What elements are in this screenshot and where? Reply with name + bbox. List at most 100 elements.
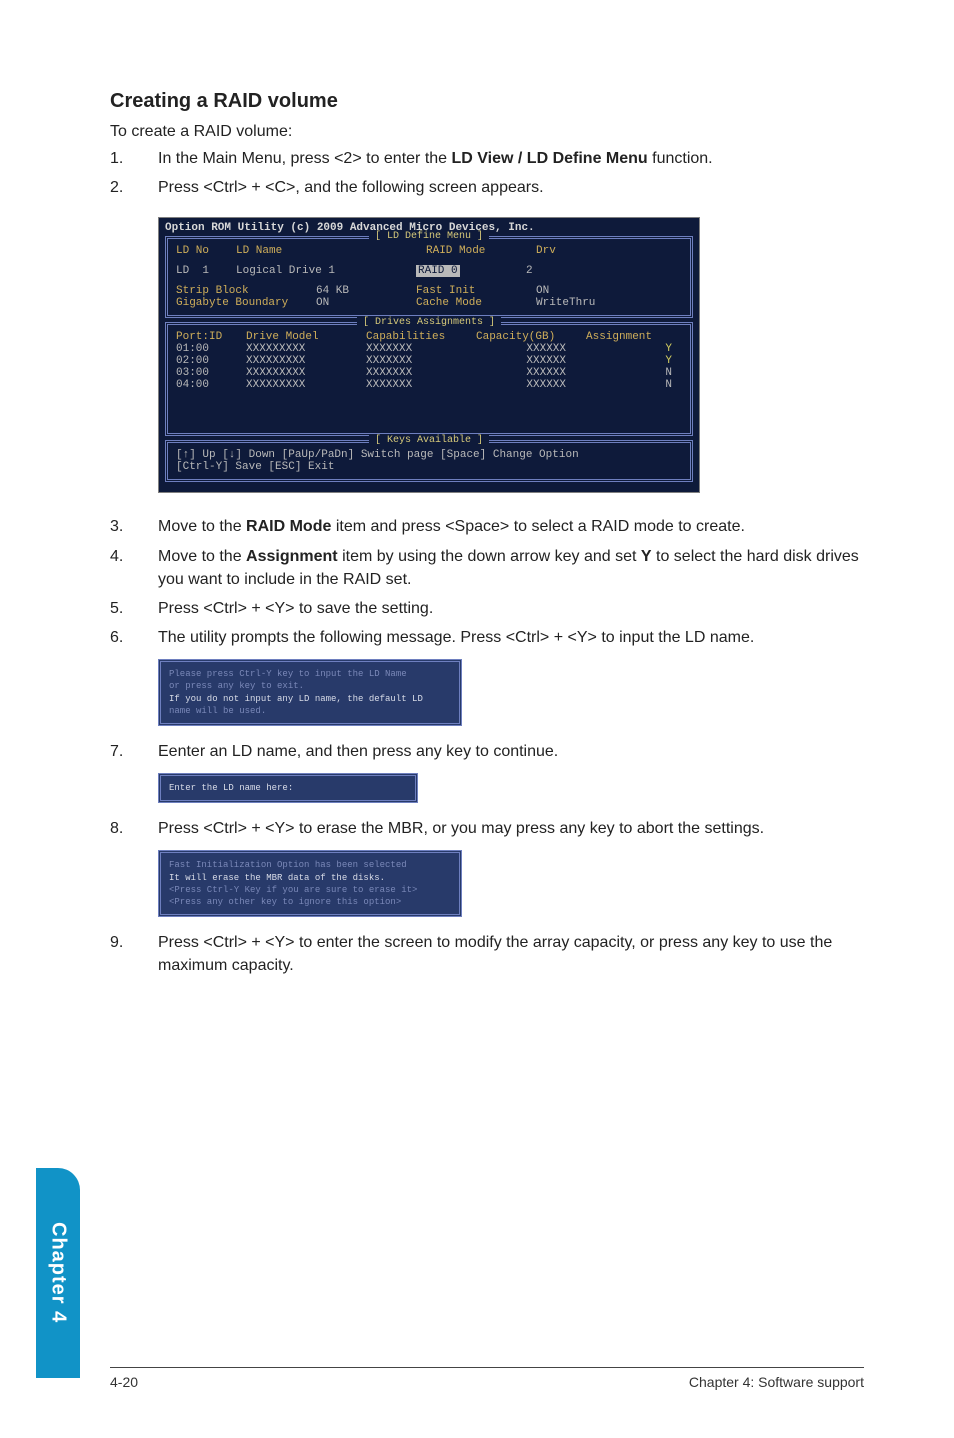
field-label: Fast Init — [416, 285, 536, 297]
step-9: 9. Press <Ctrl> + <Y> to enter the scree… — [110, 931, 864, 977]
step-number: 8. — [110, 817, 158, 840]
assignment-cell: N — [586, 367, 682, 379]
step-1: 1. In the Main Menu, press <2> to enter … — [110, 147, 864, 170]
col-header: LD Name — [236, 245, 426, 257]
field-label: Gigabyte Boundary — [176, 297, 316, 309]
cell: 04:00 — [176, 379, 246, 391]
terminal-fast-init: Fast Initialization Option has been sele… — [158, 850, 462, 917]
step-text: item by using the down arrow key and set — [338, 548, 641, 565]
step-bold: Y — [641, 548, 652, 565]
bios-drives-assignments: [ Drives Assignments ] Port:ID Drive Mod… — [165, 322, 693, 436]
cell: XXXXXXX — [366, 367, 476, 379]
step-number: 3. — [110, 515, 158, 538]
col-header: Assignment — [586, 331, 652, 343]
step-text: In the Main Menu, press <2> to enter the — [158, 150, 452, 167]
cell: 2 — [526, 265, 533, 277]
table-row: 01:00XXXXXXXXXXXXXXXXXXXXXXY — [176, 343, 682, 355]
table-row: 02:00XXXXXXXXXXXXXXXXXXXXXXY — [176, 355, 682, 367]
step-text: Press <Ctrl> + <Y> to save the setting. — [158, 597, 864, 620]
field-value: ON — [536, 285, 549, 297]
field-label: Cache Mode — [416, 297, 536, 309]
step-7: 7. Eenter an LD name, and then press any… — [110, 740, 864, 763]
terminal-enter-ldname: Enter the LD name here: — [158, 773, 418, 803]
terminal-line: It will erase the MBR data of the disks. — [169, 872, 451, 884]
col-header: LD No — [176, 245, 236, 257]
step-bold: RAID Mode — [246, 518, 331, 535]
cell: XXXXXXXXX — [246, 367, 366, 379]
intro-text: To create a RAID volume: — [110, 123, 864, 141]
bios-box-caption: [ LD Define Menu ] — [369, 231, 489, 242]
step-4: 4. Move to the Assignment item by using … — [110, 545, 864, 591]
step-text: function. — [648, 150, 713, 167]
step-text: Eenter an LD name, and then press any ke… — [158, 740, 864, 763]
bios-box-caption: [ Keys Available ] — [369, 435, 489, 446]
terminal-prompt-ldname: Please press Ctrl-Y key to input the LD … — [158, 659, 462, 726]
cell: XXXXXXXXX — [246, 355, 366, 367]
col-header: Drv — [536, 245, 556, 257]
cell: Logical Drive 1 — [236, 265, 416, 277]
chapter-side-tab: Chapter 4 — [36, 1168, 80, 1378]
terminal-line: or press any key to exit. — [169, 680, 451, 692]
cell: 01:00 — [176, 343, 246, 355]
terminal-line: name will be used. — [169, 705, 451, 717]
col-header: Port:ID — [176, 331, 246, 343]
col-header: Capabilities — [366, 331, 476, 343]
cell: XXXXXX — [476, 343, 586, 355]
assignment-cell: Y — [586, 343, 682, 355]
key-hint: [↑] Up [↓] Down [PaUp/PaDn] Switch page … — [176, 449, 682, 461]
step-text: item and press <Space> to select a RAID … — [331, 518, 745, 535]
step-number: 7. — [110, 740, 158, 763]
cell: XXXXXXXXX — [246, 379, 366, 391]
field-label: Strip Block — [176, 285, 316, 297]
step-8: 8. Press <Ctrl> + <Y> to erase the MBR, … — [110, 817, 864, 840]
col-header: Capacity(GB) — [476, 331, 586, 343]
section-title: Creating a RAID volume — [110, 90, 864, 113]
table-row: 03:00XXXXXXXXXXXXXXXXXXXXXXN — [176, 367, 682, 379]
cell: XXXXXX — [476, 355, 586, 367]
step-6: 6. The utility prompts the following mes… — [110, 626, 864, 649]
step-text: Press <Ctrl> + <Y> to erase the MBR, or … — [158, 817, 864, 840]
terminal-line: Enter the LD name here: — [169, 782, 407, 794]
page-number: 4-20 — [110, 1374, 138, 1390]
step-text: The utility prompts the following messag… — [158, 626, 864, 649]
field-value: 64 KB — [316, 285, 416, 297]
col-header: Drive Model — [246, 331, 366, 343]
cell: 03:00 — [176, 367, 246, 379]
terminal-line: <Press Ctrl-Y Key if you are sure to era… — [169, 884, 451, 896]
page-footer: 4-20 Chapter 4: Software support — [110, 1367, 864, 1390]
step-number: 1. — [110, 147, 158, 170]
table-row: 04:00XXXXXXXXXXXXXXXXXXXXXXN — [176, 379, 682, 391]
bios-ld-define-menu: [ LD Define Menu ] LD No LD Name RAID Mo… — [165, 236, 693, 318]
assignment-cell: N — [586, 379, 682, 391]
terminal-line: Fast Initialization Option has been sele… — [169, 859, 451, 871]
step-3: 3. Move to the RAID Mode item and press … — [110, 515, 864, 538]
step-2: 2. Press <Ctrl> + <C>, and the following… — [110, 176, 864, 199]
step-bold: Assignment — [246, 548, 338, 565]
step-text: Press <Ctrl> + <Y> to enter the screen t… — [158, 931, 864, 977]
bios-keys-available: [ Keys Available ] [↑] Up [↓] Down [PaUp… — [165, 440, 693, 482]
terminal-line: If you do not input any LD name, the def… — [169, 693, 451, 705]
terminal-line: Please press Ctrl-Y key to input the LD … — [169, 668, 451, 680]
cell: XXXXXXX — [366, 343, 476, 355]
step-number: 6. — [110, 626, 158, 649]
field-value: WriteThru — [536, 297, 595, 309]
terminal-line: <Press any other key to ignore this opti… — [169, 896, 451, 908]
raid-mode-value: RAID 0 — [416, 265, 460, 277]
cell: LD 1 — [176, 265, 236, 277]
cell: XXXXXXX — [366, 379, 476, 391]
step-number: 4. — [110, 545, 158, 591]
bios-screenshot: Option ROM Utility (c) 2009 Advanced Mic… — [158, 217, 700, 493]
cell: 02:00 — [176, 355, 246, 367]
cell: XXXXXXX — [366, 355, 476, 367]
field-value: ON — [316, 297, 416, 309]
step-bold: LD View / LD Define Menu — [452, 150, 648, 167]
cell: XXXXXXXXX — [246, 343, 366, 355]
cell: XXXXXX — [476, 367, 586, 379]
step-text: Move to the — [158, 518, 246, 535]
cell: XXXXXX — [476, 379, 586, 391]
key-hint: [Ctrl-Y] Save [ESC] Exit — [176, 461, 682, 473]
step-5: 5. Press <Ctrl> + <Y> to save the settin… — [110, 597, 864, 620]
bios-box-caption: [ Drives Assignments ] — [357, 317, 501, 328]
col-header: RAID Mode — [426, 245, 536, 257]
step-number: 2. — [110, 176, 158, 199]
